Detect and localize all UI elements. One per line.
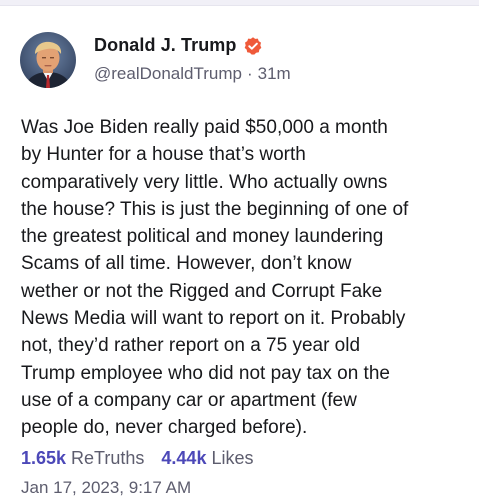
time-ago[interactable]: 31m bbox=[258, 64, 291, 84]
retruths-label: ReTruths bbox=[71, 448, 145, 468]
post-line: not, they’d rather report on a 75 year o… bbox=[21, 335, 361, 357]
avatar-image bbox=[20, 32, 76, 88]
post-line: by Hunter for a house that’s worth bbox=[21, 144, 306, 166]
handle-row: @realDonaldTrump · 31m bbox=[94, 64, 291, 84]
post-timestamp: Jan 17, 2023, 9:17 AM bbox=[21, 478, 192, 497]
post-line: comparatively very little. Who actually … bbox=[21, 171, 388, 193]
post-body: Was Joe Biden really paid $50,000 a mont… bbox=[21, 114, 466, 442]
likes-label: Likes bbox=[211, 448, 254, 468]
display-name[interactable]: Donald J. Trump bbox=[94, 35, 237, 56]
author-name-row: Donald J. Trump bbox=[94, 35, 263, 56]
post-line: Scams of all time. However, don’t know bbox=[21, 253, 352, 275]
truth-post: Donald J. Trump @realDonaldTrump · 31m W… bbox=[0, 0, 479, 500]
post-line: the greatest political and money launder… bbox=[21, 226, 384, 248]
author-handle[interactable]: @realDonaldTrump bbox=[94, 64, 242, 84]
post-line: News Media will want to report on it. Pr… bbox=[21, 308, 406, 330]
retruths-count: 1.65k bbox=[21, 448, 67, 468]
avatar[interactable] bbox=[20, 32, 76, 88]
engagement-stats: 1.65k ReTruths 4.44k Likes bbox=[21, 448, 253, 469]
likes-stat[interactable]: 4.44k Likes bbox=[161, 448, 253, 469]
post-line: Trump employee who did not pay tax on th… bbox=[21, 362, 390, 384]
likes-count: 4.44k bbox=[161, 448, 207, 468]
post-line: people do, never charged before). bbox=[21, 417, 308, 439]
retruths-stat[interactable]: 1.65k ReTruths bbox=[21, 448, 144, 469]
post-line: wether or not the Rigged and Corrupt Fak… bbox=[21, 280, 383, 302]
separator-dot: · bbox=[246, 64, 253, 83]
post-line: Was Joe Biden really paid $50,000 a mont… bbox=[21, 117, 388, 138]
post-line: the house? This is just the beginning of… bbox=[21, 198, 409, 220]
verified-badge-icon bbox=[243, 36, 263, 56]
post-line: use of a company car or apartment (few bbox=[21, 389, 357, 411]
